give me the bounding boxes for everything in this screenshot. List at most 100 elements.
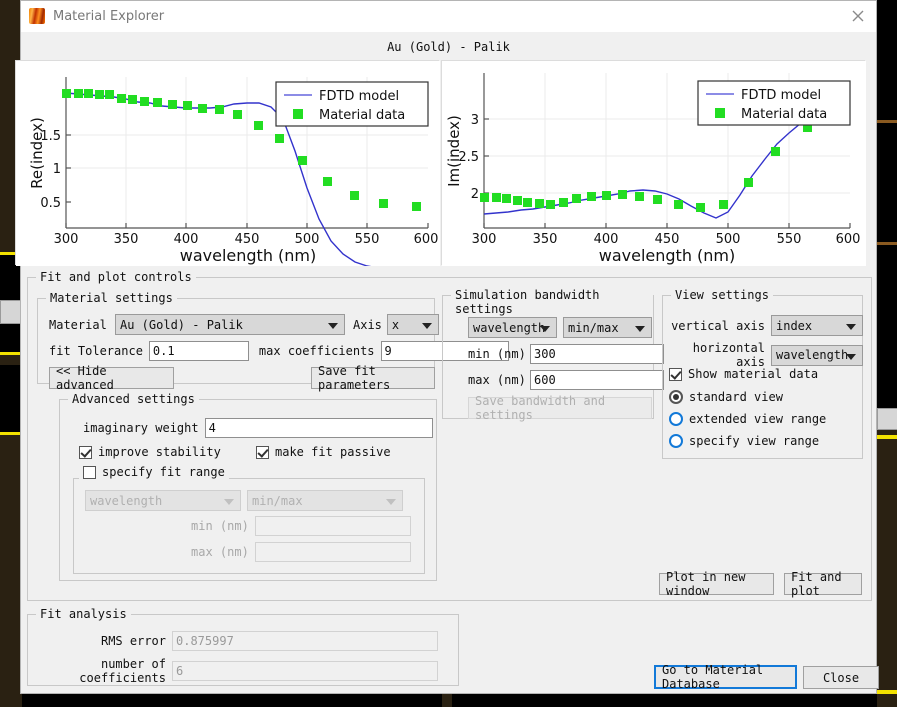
standard-view-radio[interactable] [669,390,683,404]
material-dropdown[interactable]: Au (Gold) - Palik [115,314,345,335]
fit-range-max-input [254,542,411,562]
advanced-settings-legend: Advanced settings [68,392,199,406]
make-fit-passive-label: make fit passive [275,445,391,459]
improve-stability-label: improve stability [98,445,221,459]
go-to-material-database-button[interactable]: Go to Material Database [654,663,797,691]
rms-error-label: RMS error [100,634,166,648]
bandwidth-min-input[interactable] [530,344,664,364]
fit-and-plot-button[interactable]: Fit and plot [784,570,862,598]
bandwidth-quantity-value: wavelength [473,320,546,335]
view-mode-extended-row[interactable]: extended view range [669,412,826,426]
bandwidth-mode-dropdown[interactable]: min/max [563,317,652,338]
bandwidth-mode-value: min/max [568,320,619,335]
specify-view-range-radio[interactable] [669,434,683,448]
material-settings-legend: Material settings [46,291,177,305]
view-mode-specify-row[interactable]: specify view range [669,434,819,448]
material-label: Material [49,317,107,332]
tolerance-row: fit Tolerance max coefficients [49,341,509,361]
svg-text:600: 600 [836,232,861,247]
specify-fit-range-checkbox[interactable] [83,465,96,479]
backdrop-scrollbar-left [0,300,22,324]
fit-tolerance-input[interactable] [148,341,249,361]
svg-text:300: 300 [54,232,79,247]
specify-fit-range-label: specify fit range [102,465,225,479]
chart-re-legend: FDTD model Material data [275,81,429,127]
horizontal-axis-value: wavelength [776,348,849,362]
chevron-down-icon [635,326,645,332]
axis-dropdown-value: x [391,317,400,332]
chevron-down-icon [421,323,432,329]
make-fit-passive-row[interactable]: make fit passive [256,445,391,459]
show-material-data-label: Show material data [688,367,819,381]
vertical-axis-row: vertical axis index [669,315,863,336]
vertical-axis-dropdown[interactable]: index [771,315,863,336]
horizontal-axis-row: horizontal axis wavelength [669,341,863,369]
specify-fit-range-row[interactable]: specify fit range [79,465,229,479]
backdrop-accent-2 [0,352,22,355]
number-of-coefficients-row: number of coefficients [41,657,438,685]
fit-range-quantity-value: wavelength [90,493,163,508]
save-bandwidth-and-settings-button: Save bandwidth and settings [468,394,652,422]
save-fit-parameters-button[interactable]: Save fit parameters [311,364,435,392]
material-dropdown-value: Au (Gold) - Palik [120,317,243,332]
charts-container: 0.5 1 1.5 300 350 400 450 500 550 600 Re… [15,60,876,266]
svg-text:400: 400 [594,232,619,247]
chart-re-index-svg: 0.5 1 1.5 300 350 400 450 500 550 600 Re… [16,61,440,266]
vertical-axis-label: vertical axis [671,318,765,333]
svg-text:FDTD model: FDTD model [319,89,399,104]
vertical-axis-value: index [776,318,813,333]
extended-view-range-radio[interactable] [669,412,683,426]
bandwidth-max-label: max (nm) [468,373,526,387]
close-icon[interactable] [850,8,866,24]
svg-text:550: 550 [355,232,380,247]
specify-view-range-label: specify view range [689,434,820,448]
fit-analysis-legend: Fit analysis [36,607,131,621]
fit-range-mode-dropdown: min/max [247,490,403,511]
svg-text:600: 600 [414,232,439,247]
show-material-data-row[interactable]: Show material data [669,367,818,381]
make-fit-passive-checkbox[interactable] [256,445,269,459]
chevron-down-icon [540,326,550,332]
svg-text:Re(index): Re(index) [28,117,46,189]
number-of-coefficients-label: number of coefficients [79,657,166,685]
chevron-down-icon [846,324,856,330]
fit-range-min-input [254,516,411,536]
imaginary-weight-input[interactable] [204,418,433,438]
plot-in-new-window-button[interactable]: Plot in new window [659,570,774,598]
svg-text:500: 500 [295,232,320,247]
flame-icon [29,8,45,24]
svg-text:550: 550 [777,232,802,247]
standard-view-label: standard view [689,390,783,404]
number-of-coefficients-value [172,661,438,681]
fit-range-min-row: min (nm) [191,516,411,536]
fit-and-plot-controls-legend: Fit and plot controls [36,270,196,284]
fit-range-max-row: max (nm) [191,542,411,562]
close-button[interactable]: Close [803,666,879,689]
svg-text:450: 450 [235,232,260,247]
svg-text:Material data: Material data [741,107,827,122]
hide-advanced-button[interactable]: << Hide advanced [49,364,174,392]
svg-text:1: 1 [53,162,61,177]
svg-text:500: 500 [716,232,741,247]
bandwidth-quantity-dropdown[interactable]: wavelength [468,317,557,338]
svg-text:Material data: Material data [319,108,405,123]
improve-stability-row[interactable]: improve stability [79,445,221,459]
fit-range-dropdowns: wavelength min/max [85,490,403,511]
bandwidth-max-input[interactable] [530,370,664,390]
horizontal-axis-dropdown[interactable]: wavelength [771,344,863,366]
backdrop-panel-left-2 [0,365,22,435]
svg-text:2: 2 [471,187,479,202]
improve-stability-checkbox[interactable] [79,445,92,459]
svg-text:0.5: 0.5 [40,196,61,211]
view-settings-legend: View settings [671,288,773,302]
window-title: Material Explorer [53,8,165,24]
show-material-data-checkbox[interactable] [669,367,682,381]
axis-label: Axis [353,317,382,332]
axis-dropdown[interactable]: x [386,314,439,335]
view-mode-standard-row[interactable]: standard view [669,390,783,404]
max-coefficients-label: max coefficients [258,344,375,358]
chart-im-index-svg: 2 2.5 3 300 350 400 450 500 550 600 Im(i… [442,61,866,266]
svg-text:350: 350 [533,232,558,247]
chart-im-index: 2 2.5 3 300 350 400 450 500 550 600 Im(i… [441,60,866,266]
rms-error-row: RMS error [41,631,438,651]
